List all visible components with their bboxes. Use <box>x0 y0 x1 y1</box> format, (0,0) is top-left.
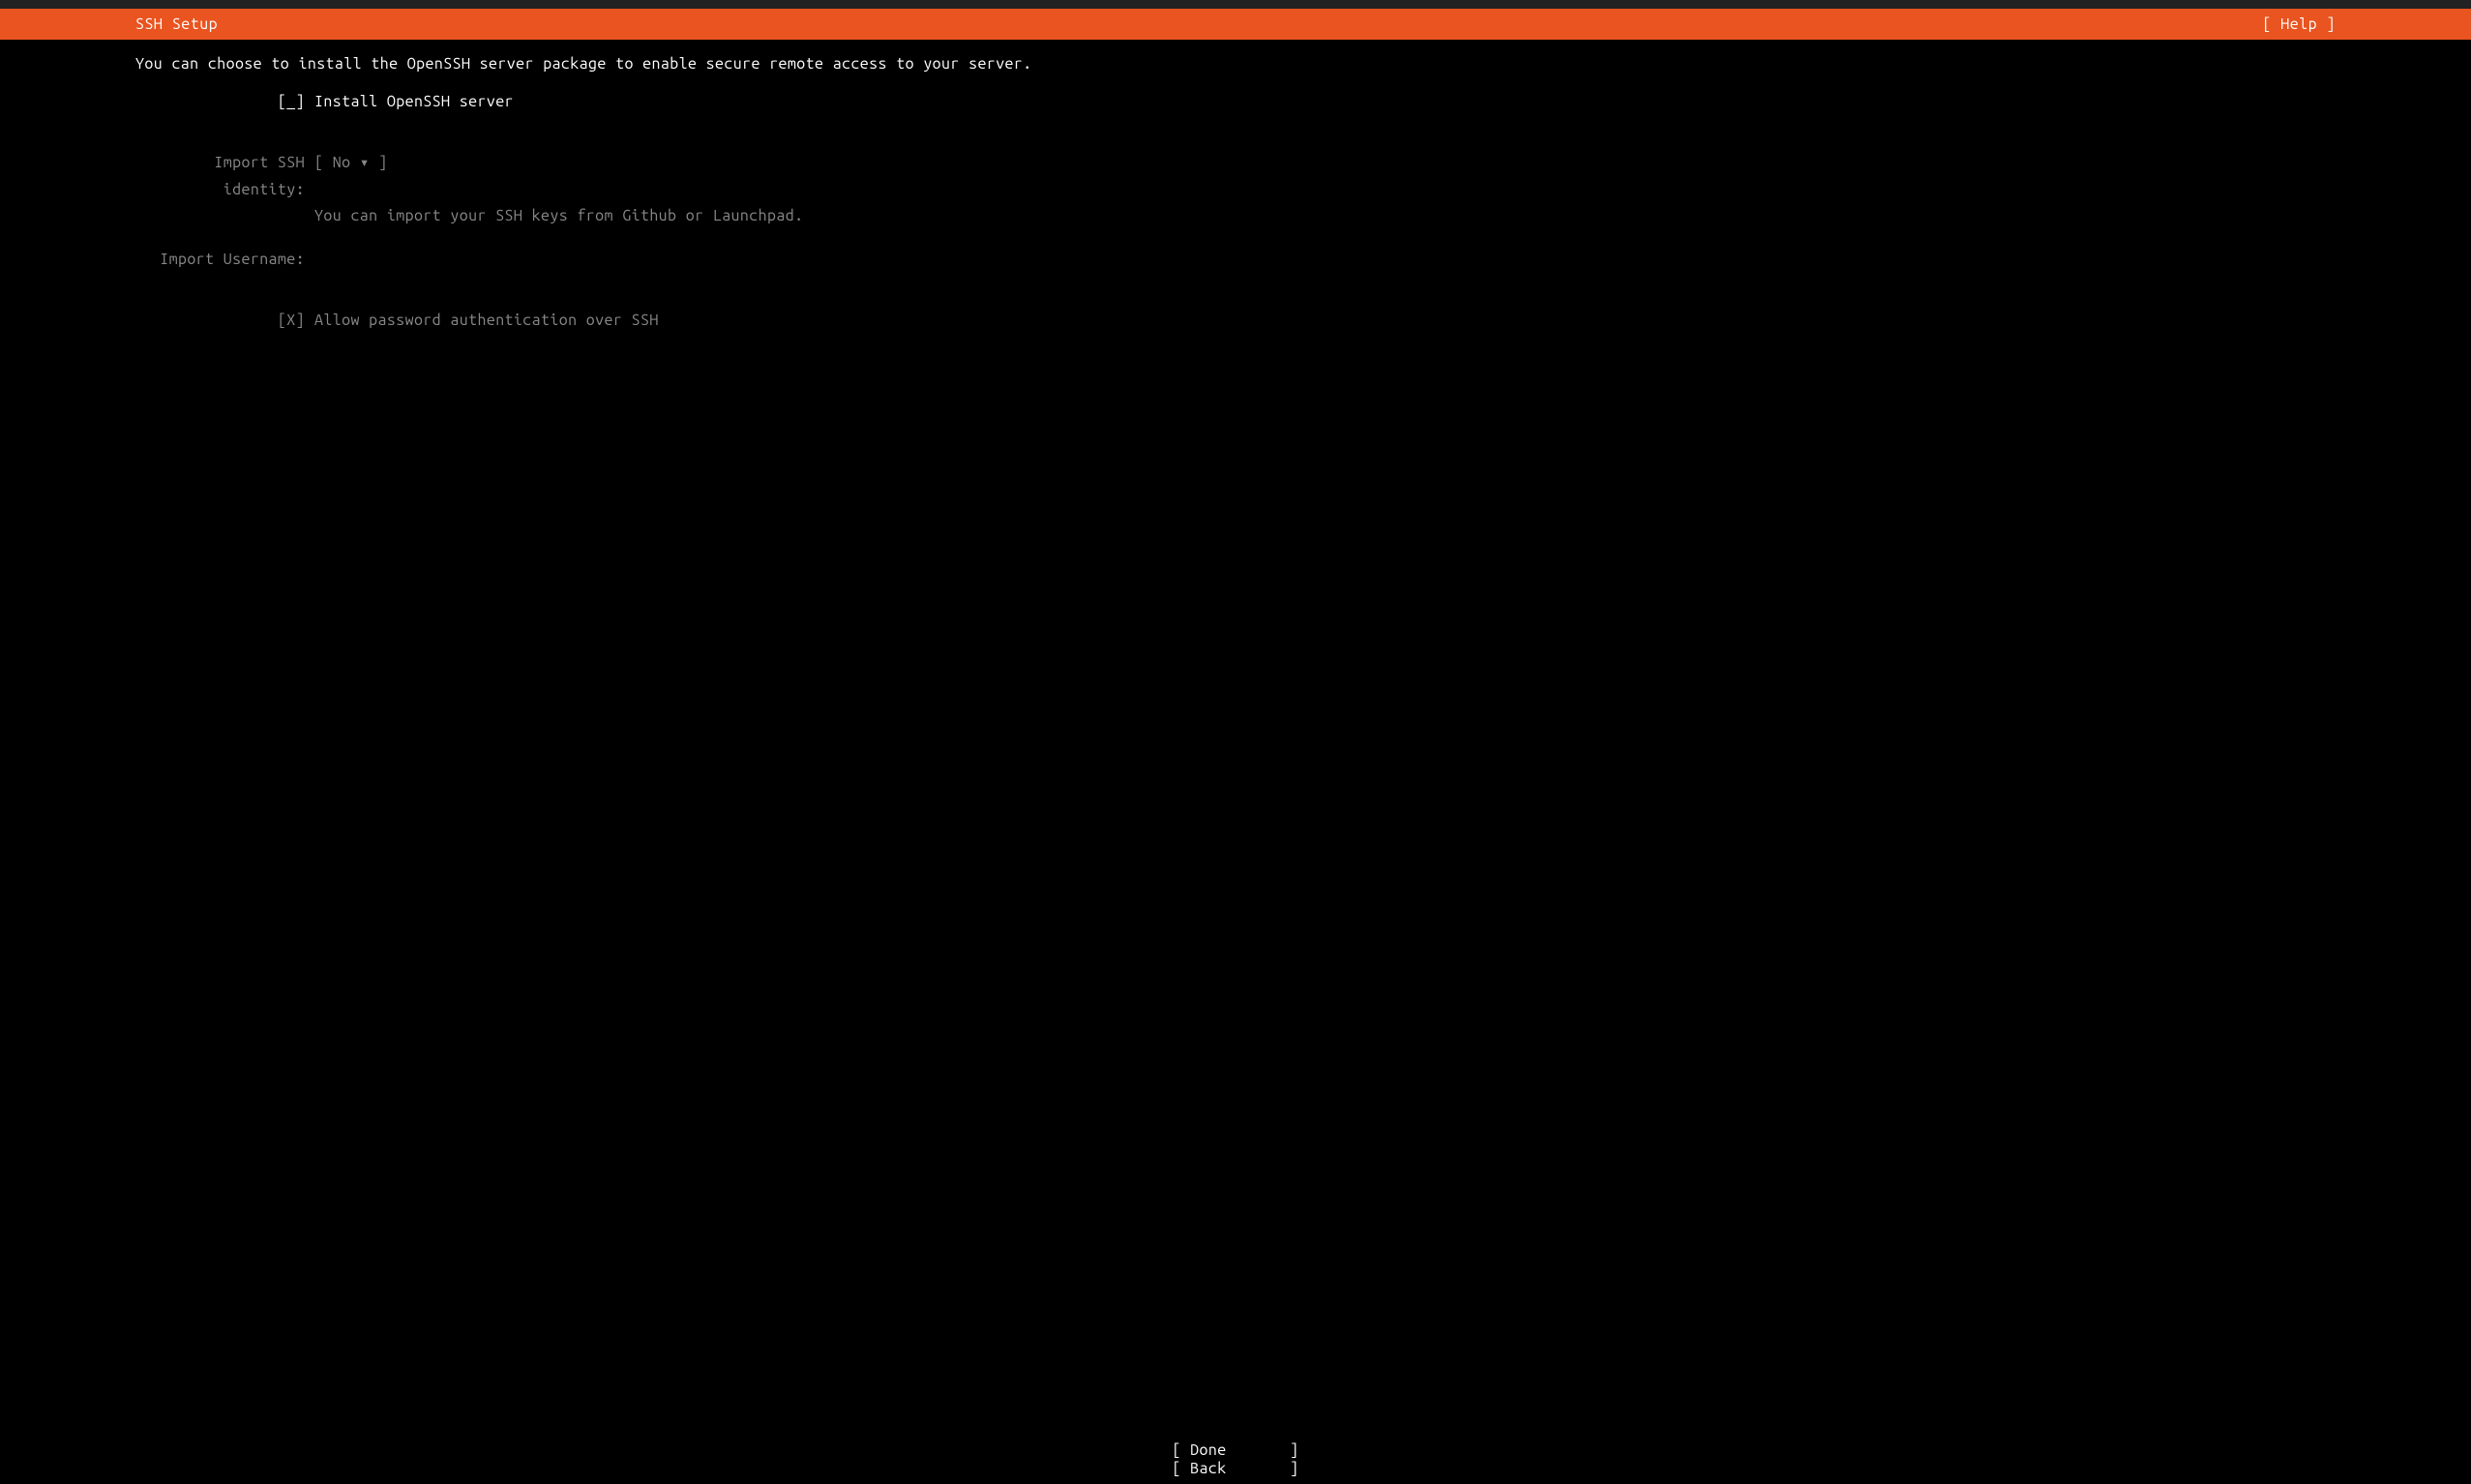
done-button[interactable]: [ Done ] <box>1172 1441 1298 1460</box>
import-identity-help: You can import your SSH keys from Github… <box>314 203 2336 229</box>
spacer <box>135 229 2336 247</box>
back-button[interactable]: [ Back ] <box>1172 1460 1298 1478</box>
import-identity-row: Import SSH identity: [ No ▾ ] <box>135 150 2336 202</box>
allow-password-label: Allow password authentication over SSH <box>314 308 2336 334</box>
import-username-label: Import Username: <box>135 247 314 273</box>
install-checkbox-col: [_] <box>135 89 314 115</box>
header-bar: SSH Setup [ Help ] <box>0 9 2471 40</box>
empty-label <box>135 203 314 229</box>
import-identity-dropdown[interactable]: [ No ▾ ] <box>314 150 388 176</box>
page-title: SSH Setup <box>135 15 218 33</box>
content-area: You can choose to install the OpenSSH se… <box>0 40 2471 1484</box>
top-strip <box>0 0 2471 9</box>
import-username-row: Import Username: <box>135 247 2336 273</box>
import-identity-help-row: You can import your SSH keys from Github… <box>135 203 2336 229</box>
allow-password-row: [X] Allow password authentication over S… <box>135 308 2336 334</box>
footer-buttons: [ Done ] [ Back ] <box>0 1441 2471 1478</box>
install-openssh-row: [_] Install OpenSSH server <box>135 89 2336 115</box>
allow-password-checkbox[interactable]: [X] <box>278 308 305 334</box>
import-username-input[interactable] <box>314 247 2336 273</box>
form-container: [_] Install OpenSSH server Import SSH id… <box>135 89 2336 1484</box>
install-openssh-checkbox[interactable]: [_] <box>278 89 305 115</box>
import-identity-label: Import SSH identity: <box>135 150 314 202</box>
import-identity-value-col: [ No ▾ ] <box>314 150 2336 202</box>
help-button[interactable]: [ Help ] <box>2262 15 2336 33</box>
page-description: You can choose to install the OpenSSH se… <box>135 55 2336 74</box>
spacer <box>135 115 2336 150</box>
install-openssh-label: Install OpenSSH server <box>314 89 2336 115</box>
spacer <box>135 273 2336 308</box>
allow-password-checkbox-col: [X] <box>135 308 314 334</box>
